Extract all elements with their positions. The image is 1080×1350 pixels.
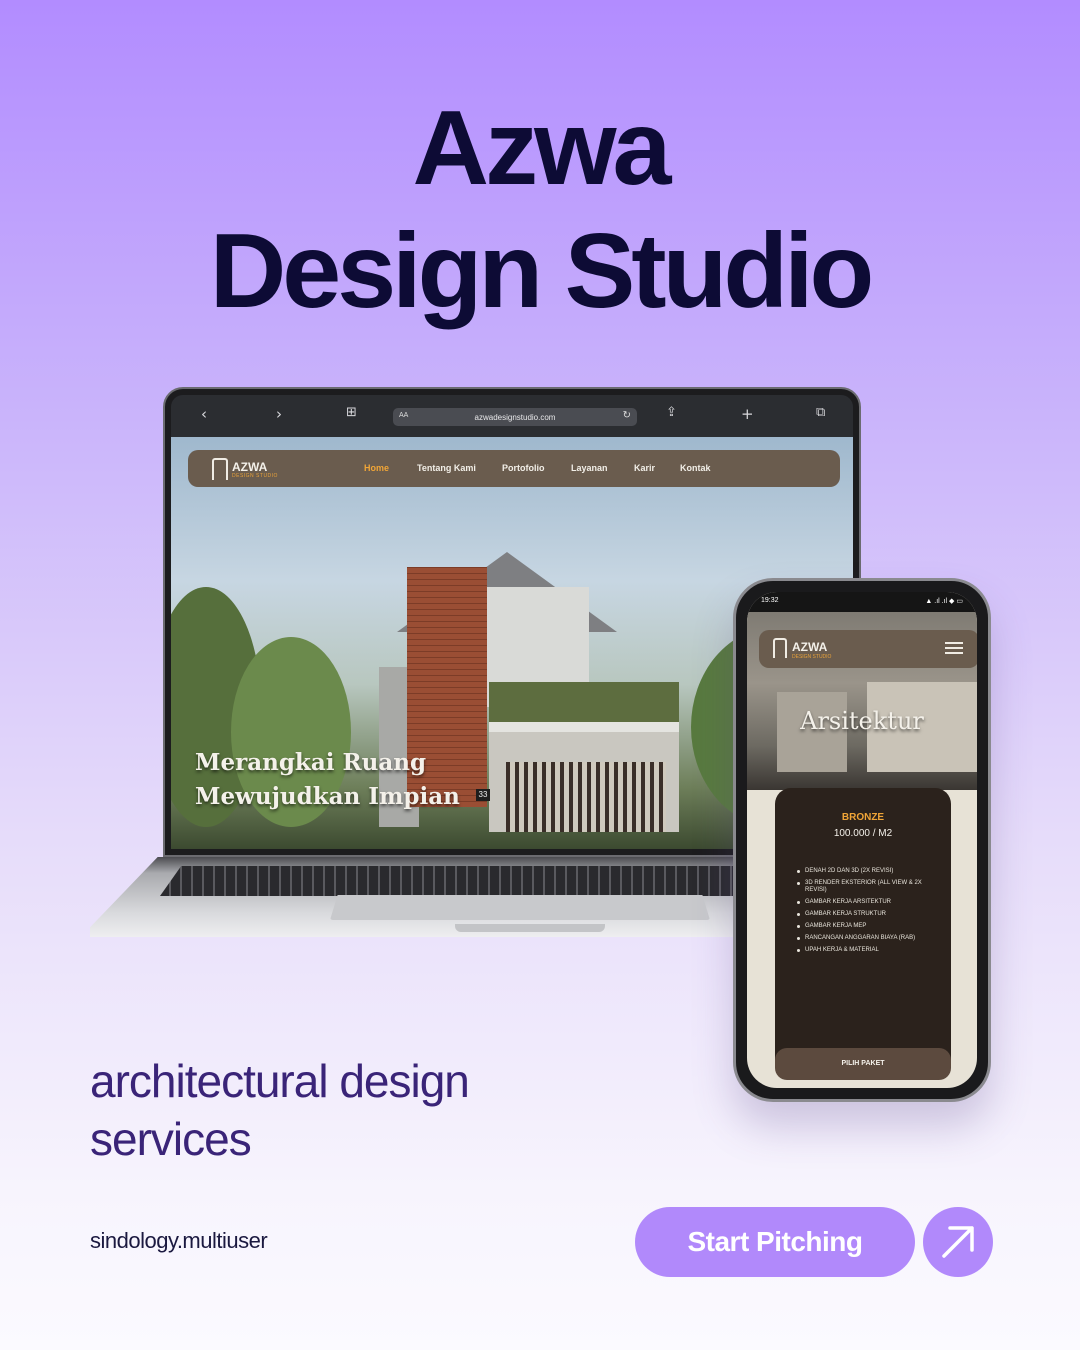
nav-karir[interactable]: Karir: [634, 463, 655, 473]
house-balcony-plants: [489, 682, 679, 722]
site-logo[interactable]: AZWA: [232, 460, 267, 474]
nav-tentang-kami[interactable]: Tentang Kami: [417, 463, 476, 473]
nav-layanan[interactable]: Layanan: [571, 463, 608, 473]
headline-line-2: Design Studio: [209, 212, 875, 330]
feature-item: GAMBAR KERJA ARSITEKTUR: [797, 899, 937, 906]
feature-item: GAMBAR KERJA STRUKTUR: [797, 911, 937, 918]
reader-aa[interactable]: AA: [399, 412, 408, 419]
pricing-card: BRONZE 100.000 / M2 DENAH 2D DAN 3D (2X …: [775, 788, 951, 1080]
feature-item: RANCANGAN ANGGARAN BIAYA (RAB): [797, 935, 937, 942]
feature-item: UPAH KERJA & MATERIAL: [797, 947, 937, 954]
share-icon[interactable]: ⇪: [666, 405, 677, 420]
phone-logo[interactable]: AZWA: [792, 640, 827, 654]
nav-home[interactable]: Home: [364, 463, 389, 473]
phone-mockup: 19:32 ▲ .ıl .ıl ◆ ▭ AZWA DESIGN STUDIO A…: [733, 578, 991, 1102]
phone-logo-sub: DESIGN STUDIO: [792, 654, 832, 660]
pricing-card-title: BRONZE: [841, 812, 885, 823]
phone-status-bar: 19:32 ▲ .ıl .ıl ◆ ▭: [747, 592, 977, 612]
house-number: 33: [476, 789, 490, 801]
browser-toolbar: ‹ › ⊞ AA azwadesignstudio.com ↻ ⇪ + ⧉: [171, 395, 853, 437]
feature-item: 3D RENDER EKSTERIOR (ALL VIEW & 2X REVIS…: [797, 880, 937, 894]
start-pitching-button[interactable]: Start Pitching: [635, 1207, 915, 1277]
hero-text-line-1: Merangkai Ruang: [195, 749, 427, 776]
arrow-up-right-button[interactable]: [923, 1207, 993, 1277]
status-time: 19:32: [761, 597, 779, 604]
pricing-card-price: 100.000 / M2: [833, 828, 893, 839]
house-gate: [506, 762, 666, 832]
azwa-logo-icon[interactable]: [773, 638, 787, 658]
nav-portofolio[interactable]: Portofolio: [502, 463, 545, 473]
feature-item: GAMBAR KERJA MEP: [797, 923, 937, 930]
choose-package-button[interactable]: PILIH PAKET: [775, 1048, 951, 1080]
tabs-icon[interactable]: ⧉: [816, 405, 825, 420]
plus-icon[interactable]: +: [741, 405, 754, 423]
arrow-up-right-icon: [942, 1226, 974, 1258]
nav-kontak[interactable]: Kontak: [680, 463, 711, 473]
phone-navbar: AZWA DESIGN STUDIO: [759, 630, 977, 668]
start-pitching-label: Start Pitching: [687, 1226, 863, 1257]
account-handle: sindology.multiuser: [90, 1228, 268, 1253]
laptop-trackpad: [330, 895, 710, 920]
headline-line-1: Azwa: [412, 89, 672, 207]
chevron-left-icon[interactable]: ‹: [201, 405, 207, 423]
feature-item: DENAH 2D DAN 3D (2X REVISI): [797, 868, 937, 875]
address-bar[interactable]: AA azwadesignstudio.com ↻: [393, 408, 637, 426]
status-icons: ▲ .ıl .ıl ◆ ▭: [925, 598, 963, 605]
chevron-right-icon[interactable]: ›: [276, 405, 282, 423]
azwa-logo-icon[interactable]: [212, 458, 228, 480]
book-icon[interactable]: ⊞: [346, 405, 357, 420]
phone-page-heading: Arsitektur: [800, 707, 924, 735]
url-text: azwadesignstudio.com: [474, 412, 556, 422]
hero-text-line-2: Mewujudkan Impian: [195, 783, 460, 810]
hamburger-menu-icon[interactable]: [945, 642, 963, 654]
site-navbar: AZWA DESIGN STUDIO Home Tentang Kami Por…: [188, 450, 840, 487]
reload-icon[interactable]: ↻: [623, 410, 631, 421]
subtitle-line-1: architectural design: [90, 1055, 470, 1107]
site-logo-sub: DESIGN STUDIO: [232, 473, 278, 479]
phone-screen: 19:32 ▲ .ıl .ıl ◆ ▭ AZWA DESIGN STUDIO A…: [747, 592, 977, 1088]
subtitle-line-2: services: [90, 1113, 252, 1165]
feature-list: DENAH 2D DAN 3D (2X REVISI) 3D RENDER EK…: [797, 868, 937, 959]
